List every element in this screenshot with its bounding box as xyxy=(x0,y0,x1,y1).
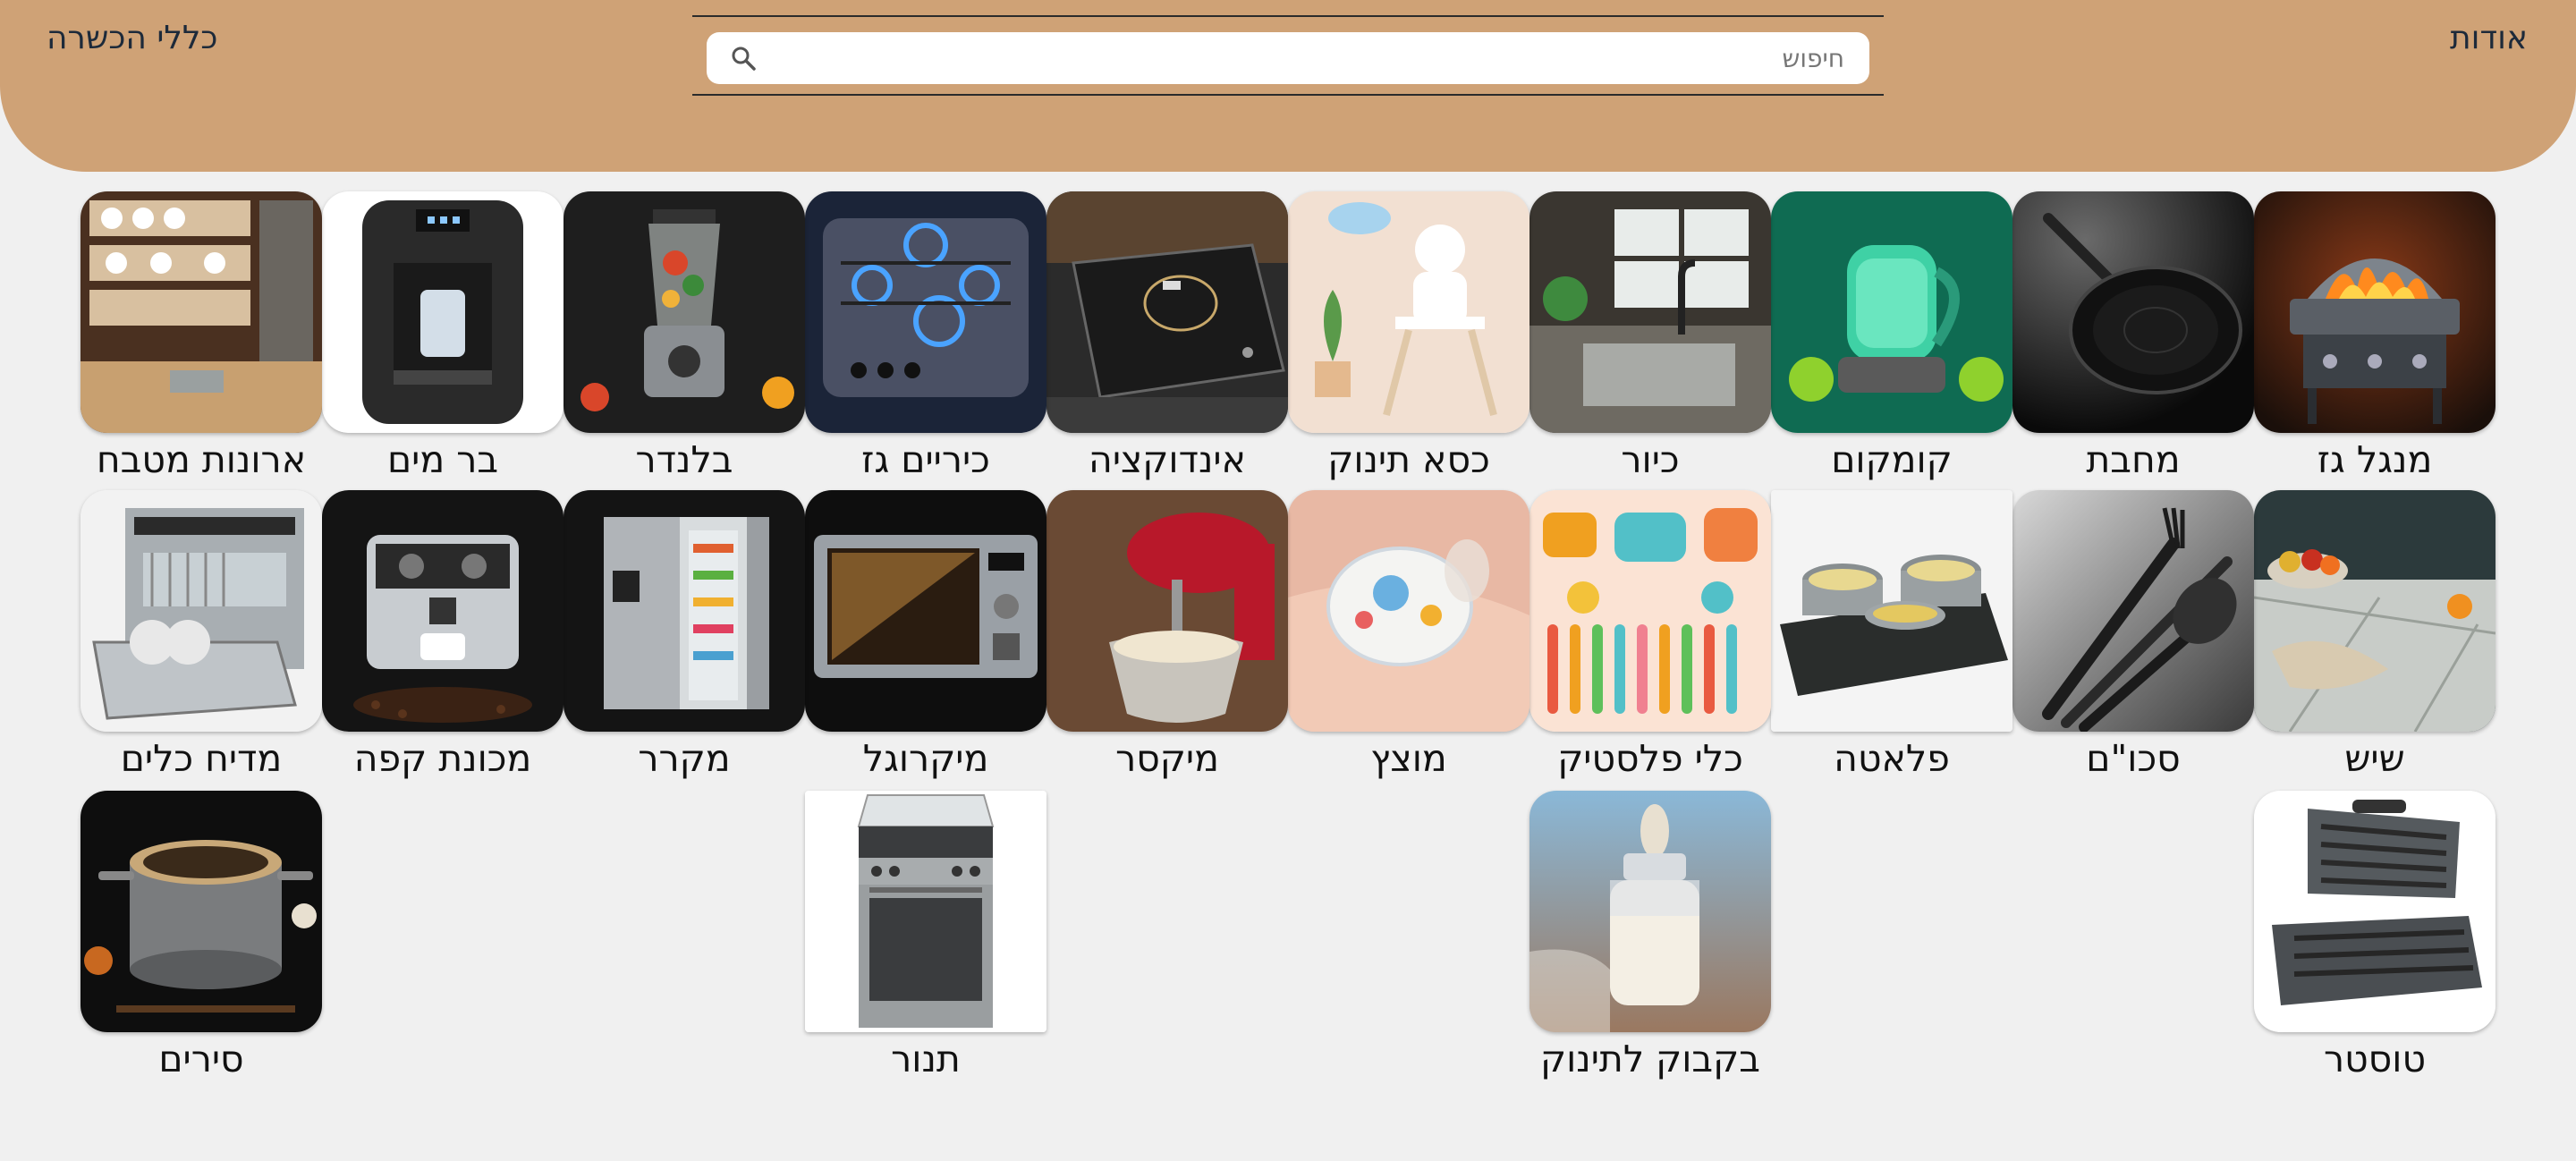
cutlery-image[interactable] xyxy=(2012,490,2254,732)
countertop-image[interactable] xyxy=(2254,490,2496,732)
category-label: מיקרוגל xyxy=(862,737,989,780)
category-label: אינדוקציה xyxy=(1089,438,1246,481)
search-box[interactable] xyxy=(707,32,1869,84)
nav-about-link[interactable]: אודות xyxy=(2450,20,2528,56)
category-label: ארונות מטבח xyxy=(96,438,307,481)
sandwich-toaster-image[interactable] xyxy=(2254,791,2496,1032)
sink-image[interactable] xyxy=(1530,191,1771,433)
category-label: מדיח כלים xyxy=(120,737,283,780)
category-tile-induction[interactable]: אינדוקציה xyxy=(1046,191,1288,479)
category-tile-oven[interactable]: תנור xyxy=(805,791,1046,1078)
category-label: בלנדר xyxy=(635,438,733,481)
category-tile-plastic-utensils[interactable]: כלי פלסטיק xyxy=(1530,490,1771,777)
category-tile-blender[interactable]: בלנדר xyxy=(564,191,805,479)
category-tile-gas-grill[interactable]: מנגל גז xyxy=(2254,191,2496,479)
category-tile-refrigerator[interactable]: מקרר xyxy=(564,490,805,777)
search-bar xyxy=(692,15,1884,96)
category-tile-sandwich-toaster[interactable]: טוסטר xyxy=(2254,791,2496,1078)
category-label: סירים xyxy=(158,1038,244,1080)
refrigerator-image[interactable] xyxy=(564,490,805,732)
microwave-image[interactable] xyxy=(805,490,1046,732)
category-label: טוסטר xyxy=(2323,1038,2427,1080)
hot-plate-image[interactable] xyxy=(1771,490,2012,732)
category-tile-kitchen-cabinets[interactable]: ארונות מטבח xyxy=(80,191,322,479)
category-tile-dishwasher[interactable]: מדיח כלים xyxy=(80,490,322,777)
category-label: פלאטה xyxy=(1834,737,1950,780)
search-input[interactable] xyxy=(771,39,1844,77)
kitchen-cabinets-image[interactable] xyxy=(80,191,322,433)
gas-stove-image[interactable] xyxy=(805,191,1046,433)
category-label: מחבת xyxy=(2086,438,2181,481)
category-label: מכונת קפה xyxy=(353,737,532,780)
category-tile-cooking-pot[interactable]: סירים xyxy=(80,791,322,1078)
category-tile-microwave[interactable]: מיקרוגל xyxy=(805,490,1046,777)
induction-cooktop-image[interactable] xyxy=(1046,191,1288,433)
category-tile-gas-stove[interactable]: כיריים גז xyxy=(805,191,1046,479)
water-dispenser-image[interactable] xyxy=(322,191,564,433)
coffee-machine-image[interactable] xyxy=(322,490,564,732)
site-header: אודות כללי הכשרה xyxy=(0,0,2576,172)
category-label: מיקסר xyxy=(1115,737,1219,780)
cooking-pot-image[interactable] xyxy=(80,791,322,1032)
category-tile-countertop[interactable]: שיש xyxy=(2254,490,2496,777)
category-label: כיריים גז xyxy=(861,438,990,481)
category-label: בר מים xyxy=(386,438,499,481)
category-label: כסא תינוק xyxy=(1327,438,1490,481)
category-label: מקרר xyxy=(638,737,731,780)
category-tile-sink[interactable]: כיור xyxy=(1530,191,1771,479)
category-tile-pacifier[interactable]: מוצץ xyxy=(1288,490,1530,777)
pacifier-image[interactable] xyxy=(1288,490,1530,732)
category-label: מוצץ xyxy=(1370,737,1447,780)
category-tile-cutlery[interactable]: סכו"ם xyxy=(2012,490,2254,777)
category-tile-stand-mixer[interactable]: מיקסר xyxy=(1046,490,1288,777)
category-label: קומקום xyxy=(1831,438,1953,481)
category-label: תנור xyxy=(891,1038,961,1080)
gas-grill-image[interactable] xyxy=(2254,191,2496,433)
oven-image[interactable] xyxy=(805,791,1046,1032)
stand-mixer-image[interactable] xyxy=(1046,490,1288,732)
category-tile-coffee-machine[interactable]: מכונת קפה xyxy=(322,490,564,777)
nav-kashrut-rules-link[interactable]: כללי הכשרה xyxy=(47,20,217,56)
dishwasher-image[interactable] xyxy=(80,490,322,732)
category-label: כלי פלסטיק xyxy=(1557,737,1743,780)
category-tile-frying-pan[interactable]: מחבת xyxy=(2012,191,2254,479)
baby-bottle-image[interactable] xyxy=(1530,791,1771,1032)
category-label: מנגל גז xyxy=(2317,438,2433,481)
category-tile-baby-bottle[interactable]: בקבוק לתינוק xyxy=(1530,791,1771,1078)
category-tile-kettle[interactable]: קומקום xyxy=(1771,191,2012,479)
frying-pan-image[interactable] xyxy=(2012,191,2254,433)
plastic-utensils-image[interactable] xyxy=(1530,490,1771,732)
blender-image[interactable] xyxy=(564,191,805,433)
category-label: שיש xyxy=(2344,737,2405,780)
search-icon[interactable] xyxy=(730,45,757,72)
category-tile-high-chair[interactable]: כסא תינוק xyxy=(1288,191,1530,479)
category-label: סכו"ם xyxy=(2086,737,2181,780)
kettle-image[interactable] xyxy=(1771,191,2012,433)
category-tile-hot-plate[interactable]: פלאטה xyxy=(1771,490,2012,777)
category-tile-water-dispenser[interactable]: בר מים xyxy=(322,191,564,479)
category-label: כיור xyxy=(1621,438,1680,481)
high-chair-image[interactable] xyxy=(1288,191,1530,433)
category-label: בקבוק לתינוק xyxy=(1540,1038,1760,1080)
